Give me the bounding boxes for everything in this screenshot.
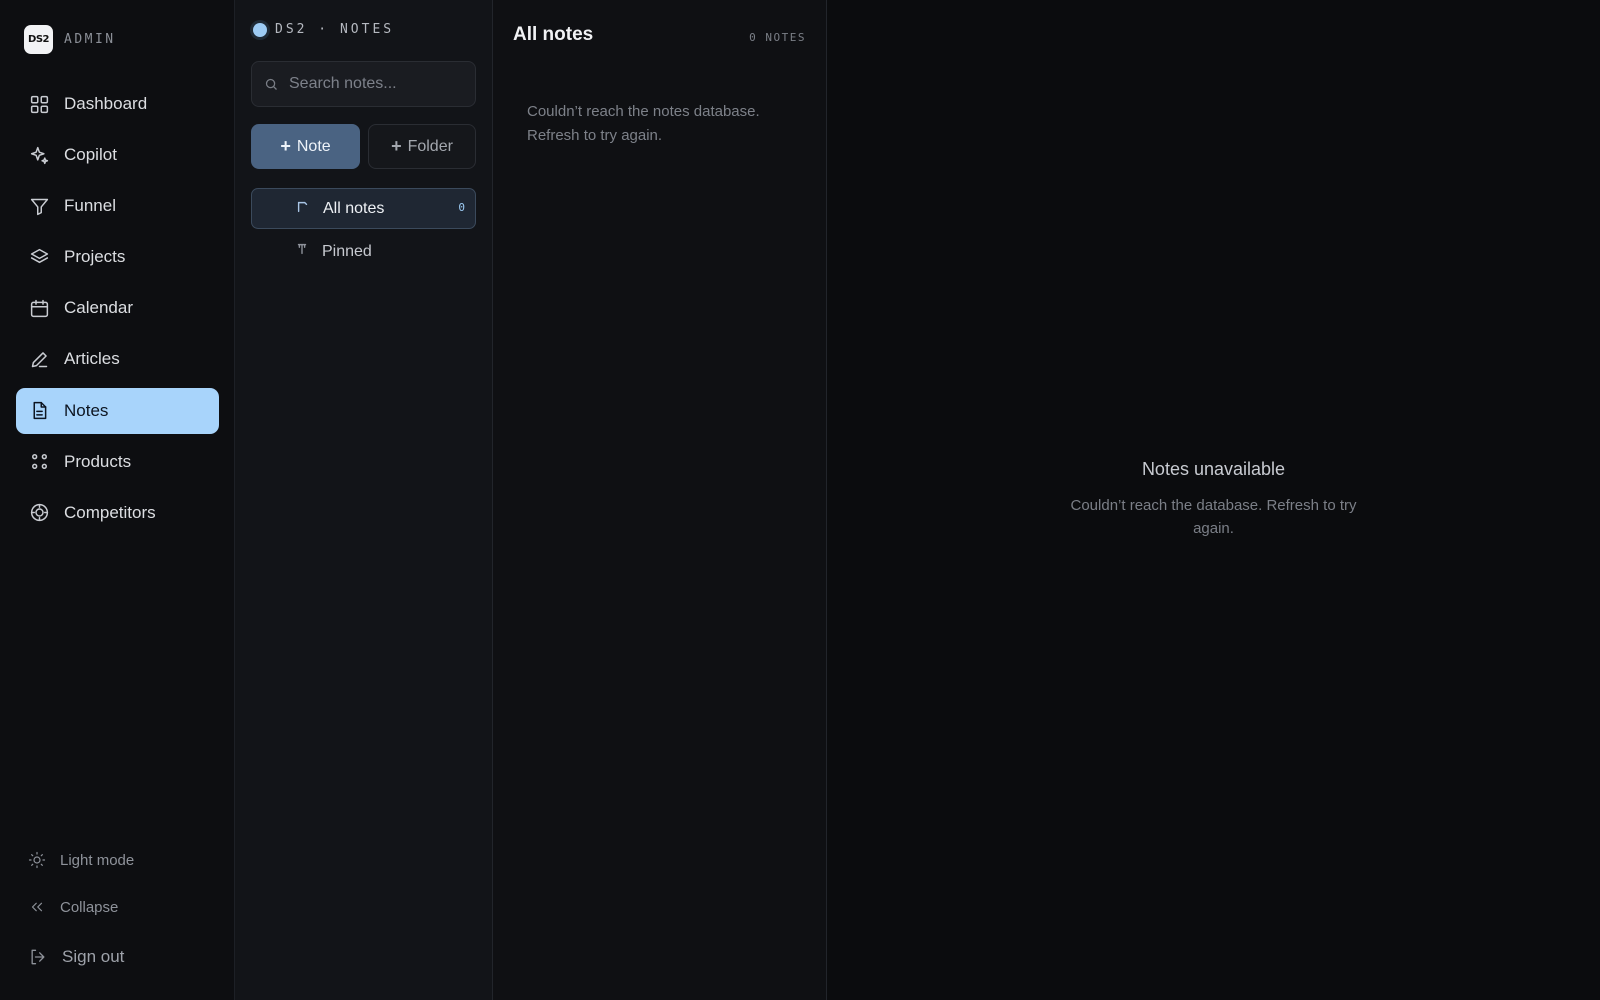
nav-label: Projects: [64, 247, 126, 267]
brand: DS2 ADMIN: [24, 24, 116, 54]
new-folder-button[interactable]: + Folder: [368, 124, 476, 169]
ds2-logo[interactable]: DS2: [24, 24, 53, 54]
layers-icon: [30, 248, 49, 263]
target-icon: [30, 504, 49, 522]
folder-count: 0: [458, 201, 465, 214]
folder-label: Pinned: [322, 242, 372, 260]
nav-item-articles[interactable]: Articles: [16, 336, 219, 382]
nav-label: Notes: [64, 400, 109, 420]
notes-count: 0 NOTES: [749, 31, 806, 44]
nav-item-notes[interactable]: Notes: [16, 387, 219, 434]
main-nav: Dashboard Copilot Funnel Projects Calend…: [16, 81, 219, 541]
pen-icon: [31, 352, 48, 368]
grid-icon: [30, 95, 49, 113]
new-note-label: Note: [296, 137, 331, 155]
empty-state: Notes unavailable Couldn’t reach the dat…: [827, 459, 1600, 540]
nav-label: Articles: [64, 349, 120, 369]
section-header: DS2 · NOTES: [253, 22, 394, 37]
chevrons-left-icon: [31, 902, 43, 912]
plus-icon: +: [280, 136, 291, 156]
note-detail-panel: Notes unavailable Couldn’t reach the dat…: [827, 0, 1600, 1000]
sign-out-button[interactable]: Sign out: [28, 947, 124, 967]
nav-label: Dashboard: [64, 94, 148, 113]
notes-folders-panel: DS2 · NOTES + Note + Folder All notes 0 …: [235, 0, 493, 1000]
notes-list-panel: All notes 0 NOTES Couldn’t reach the not…: [493, 0, 827, 1000]
section-title: DS2 · NOTES: [275, 22, 395, 37]
list-error-message: Couldn’t reach the notes database. Refre…: [527, 103, 760, 144]
nav-label: Competitors: [64, 502, 156, 522]
calendar-icon: [30, 299, 49, 317]
collapse-button[interactable]: Collapse: [28, 898, 118, 916]
nav-item-funnel[interactable]: Funnel: [16, 183, 219, 229]
folder-all-notes[interactable]: All notes 0: [251, 188, 476, 229]
new-note-button[interactable]: + Note: [251, 124, 360, 169]
search-icon: [265, 78, 277, 90]
nav-item-calendar[interactable]: Calendar: [16, 285, 219, 331]
list-title: All notes: [513, 24, 594, 45]
pin-icon: [295, 242, 311, 258]
empty-state-title: Notes unavailable: [1141, 459, 1286, 479]
logo-text: DS2: [28, 33, 49, 45]
brand-label: ADMIN: [64, 31, 116, 47]
nav-label: Products: [64, 451, 132, 471]
sun-icon: [28, 851, 46, 869]
search-input[interactable]: [289, 75, 469, 93]
nav-label: Calendar: [64, 298, 133, 318]
nav-label: Funnel: [64, 196, 116, 216]
empty-state-message: Couldn’t reach the database. Refresh to …: [1070, 497, 1357, 537]
sign-out-icon: [31, 949, 45, 965]
folder-pinned[interactable]: Pinned: [251, 231, 476, 272]
dots-icon: [32, 454, 47, 470]
sign-out-label: Sign out: [62, 947, 125, 966]
nav-label: Copilot: [64, 145, 117, 165]
light-mode-label: Light mode: [60, 851, 135, 869]
sparkle-icon: [30, 146, 49, 164]
plus-icon: +: [391, 136, 402, 156]
folder-label: All notes: [323, 199, 385, 217]
search-box: [251, 61, 476, 107]
document-icon: [33, 401, 47, 420]
light-mode-toggle[interactable]: Light mode: [28, 851, 134, 869]
status-dot: [253, 22, 267, 37]
nav-item-copilot[interactable]: Copilot: [16, 132, 219, 178]
main-sidebar: DS2 ADMIN Dashboard Copilot Funnel Proje…: [0, 0, 235, 1000]
folder-tree-icon: [296, 200, 312, 216]
funnel-icon: [30, 198, 49, 215]
nav-item-dashboard[interactable]: Dashboard: [16, 81, 219, 127]
nav-item-projects[interactable]: Projects: [16, 234, 219, 280]
collapse-label: Collapse: [60, 898, 119, 916]
nav-item-products[interactable]: Products: [16, 439, 219, 485]
new-folder-label: Folder: [407, 137, 453, 155]
nav-item-competitors[interactable]: Competitors: [16, 490, 219, 536]
